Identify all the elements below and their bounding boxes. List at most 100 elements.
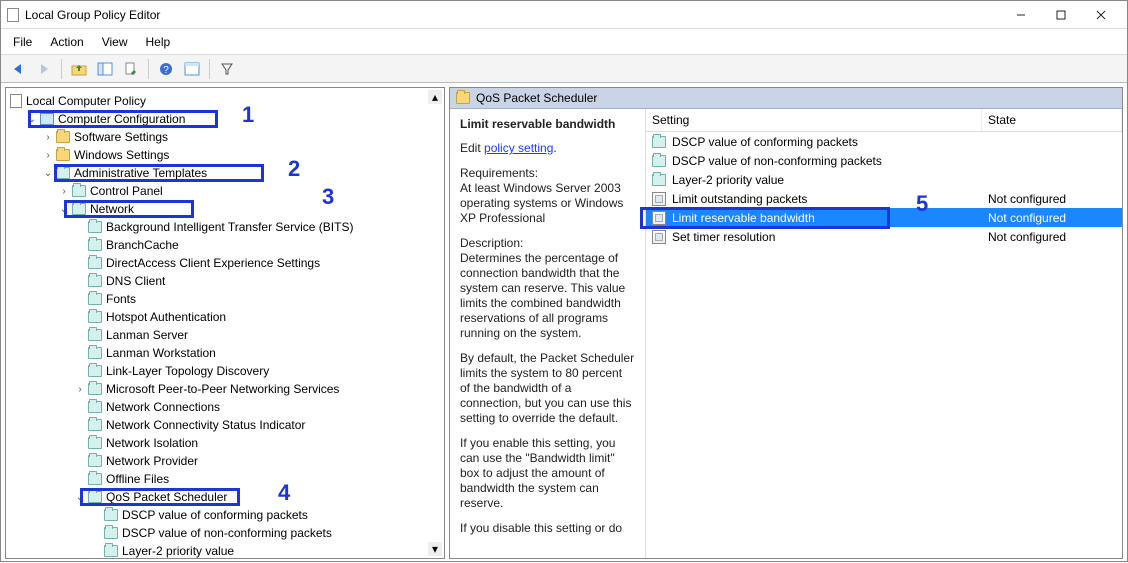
folder-icon: [88, 221, 102, 233]
tree-item[interactable]: DSCP value of non-conforming packets: [10, 524, 442, 542]
tree-label: DSCP value of conforming packets: [120, 508, 310, 522]
setting-name: Layer-2 priority value: [672, 173, 784, 187]
tree-administrative-templates[interactable]: ⌄ Administrative Templates: [10, 164, 442, 182]
window-controls: [1001, 1, 1121, 29]
expander-open-icon[interactable]: ⌄: [58, 204, 70, 215]
tree-label: QoS Packet Scheduler: [104, 490, 229, 504]
folder-icon: [88, 473, 102, 485]
tree-item[interactable]: BranchCache: [10, 236, 442, 254]
column-setting[interactable]: Setting: [646, 109, 982, 131]
expander-closed-icon[interactable]: ›: [42, 150, 54, 161]
help-button[interactable]: ?: [155, 58, 177, 80]
tree-item[interactable]: Network Provider: [10, 452, 442, 470]
window-title: Local Group Policy Editor: [25, 8, 160, 22]
tree-label: Network: [88, 202, 136, 216]
edit-policy-link[interactable]: policy setting: [484, 141, 553, 155]
tree-item[interactable]: Hotspot Authentication: [10, 308, 442, 326]
setting-state: Not configured: [982, 211, 1122, 225]
description-panel: Limit reservable bandwidth Edit policy s…: [450, 109, 645, 558]
minimize-button[interactable]: [1001, 1, 1041, 29]
folder-icon: [104, 509, 118, 521]
tree-label: Network Isolation: [104, 436, 200, 450]
list-row[interactable]: Limit reservable bandwidth Not configured: [646, 208, 1122, 227]
folder-icon: [56, 149, 70, 161]
tree-item[interactable]: Link-Layer Topology Discovery: [10, 362, 442, 380]
expander-closed-icon[interactable]: ›: [58, 186, 70, 197]
back-button[interactable]: [7, 58, 29, 80]
list-row[interactable]: Set timer resolutionNot configured: [646, 227, 1122, 246]
tree-item[interactable]: Layer-2 priority value: [10, 542, 442, 559]
menu-action[interactable]: Action: [48, 33, 85, 50]
column-state[interactable]: State: [982, 109, 1122, 131]
tree-item[interactable]: Network Connectivity Status Indicator: [10, 416, 442, 434]
folder-icon: [88, 365, 102, 377]
tree-label: Link-Layer Topology Discovery: [104, 364, 271, 378]
filter-button[interactable]: [216, 58, 238, 80]
tree-label: Network Provider: [104, 454, 200, 468]
tree-pane[interactable]: ▴ ▾ Local Computer Policy ⌄ Computer Con…: [5, 87, 445, 559]
menubar: File Action View Help: [1, 29, 1127, 55]
tree-item[interactable]: Fonts: [10, 290, 442, 308]
menu-file[interactable]: File: [11, 33, 34, 50]
tree-label: Hotspot Authentication: [104, 310, 228, 324]
tree-item[interactable]: Network Isolation: [10, 434, 442, 452]
main-area: ▴ ▾ Local Computer Policy ⌄ Computer Con…: [1, 83, 1127, 563]
setting-icon: [652, 211, 666, 225]
tree-item[interactable]: DSCP value of conforming packets: [10, 506, 442, 524]
tree-label: Network Connectivity Status Indicator: [104, 418, 307, 432]
toolbar-separator: [148, 59, 149, 79]
expander-closed-icon[interactable]: ›: [42, 132, 54, 143]
setting-name: Limit reservable bandwidth: [672, 211, 815, 225]
folder-icon: [652, 155, 666, 167]
tree-item[interactable]: Lanman Server: [10, 326, 442, 344]
tree-windows-settings[interactable]: › Windows Settings: [10, 146, 442, 164]
tree-label: Local Computer Policy: [24, 94, 148, 108]
list-row[interactable]: Layer-2 priority value: [646, 170, 1122, 189]
settings-list: Setting State DSCP value of conforming p…: [645, 109, 1122, 558]
description-label: Description:: [460, 236, 523, 250]
tree-label: Software Settings: [72, 130, 170, 144]
expander-closed-icon[interactable]: ›: [74, 384, 86, 395]
up-folder-button[interactable]: [68, 58, 90, 80]
tree-label: Background Intelligent Transfer Service …: [104, 220, 355, 234]
tree-item[interactable]: Network Connections: [10, 398, 442, 416]
tree-label: Control Panel: [88, 184, 165, 198]
requirements-label: Requirements:: [460, 166, 538, 180]
expander-open-icon[interactable]: ⌄: [26, 114, 38, 125]
show-hide-tree-button[interactable]: [94, 58, 116, 80]
tree-software-settings[interactable]: › Software Settings: [10, 128, 442, 146]
tree-computer-configuration[interactable]: ⌄ Computer Configuration: [10, 110, 442, 128]
description-text-3: If you enable this setting, you can use …: [460, 436, 635, 511]
list-row[interactable]: DSCP value of conforming packets: [646, 132, 1122, 151]
list-row[interactable]: DSCP value of non-conforming packets: [646, 151, 1122, 170]
close-button[interactable]: [1081, 1, 1121, 29]
tree-item[interactable]: DNS Client: [10, 272, 442, 290]
folder-icon: [72, 203, 86, 215]
tree-root[interactable]: Local Computer Policy: [10, 92, 442, 110]
expander-open-icon[interactable]: ⌄: [74, 492, 86, 503]
expander-open-icon[interactable]: ⌄: [42, 168, 54, 179]
tree-item[interactable]: ›Microsoft Peer-to-Peer Networking Servi…: [10, 380, 442, 398]
maximize-button[interactable]: [1041, 1, 1081, 29]
tree-item[interactable]: Background Intelligent Transfer Service …: [10, 218, 442, 236]
tree-network[interactable]: ⌄ Network: [10, 200, 442, 218]
tree-item[interactable]: ⌄ QoS Packet Scheduler: [10, 488, 442, 506]
tree-label: Administrative Templates: [72, 166, 209, 180]
tree-item[interactable]: Lanman Workstation: [10, 344, 442, 362]
menu-view[interactable]: View: [100, 33, 130, 50]
folder-icon: [88, 401, 102, 413]
list-row[interactable]: Limit outstanding packetsNot configured: [646, 189, 1122, 208]
tree-control-panel[interactable]: › Control Panel: [10, 182, 442, 200]
menu-help[interactable]: Help: [144, 33, 173, 50]
tree-item[interactable]: DirectAccess Client Experience Settings: [10, 254, 442, 272]
folder-icon: [88, 275, 102, 287]
folder-icon: [88, 491, 102, 503]
tree-label: Lanman Server: [104, 328, 190, 342]
export-list-button[interactable]: [120, 58, 142, 80]
forward-button[interactable]: [33, 58, 55, 80]
tree-item[interactable]: Offline Files: [10, 470, 442, 488]
folder-icon: [104, 527, 118, 539]
setting-name: DSCP value of conforming packets: [672, 135, 858, 149]
properties-button[interactable]: [181, 58, 203, 80]
tree-label: Computer Configuration: [56, 112, 187, 126]
